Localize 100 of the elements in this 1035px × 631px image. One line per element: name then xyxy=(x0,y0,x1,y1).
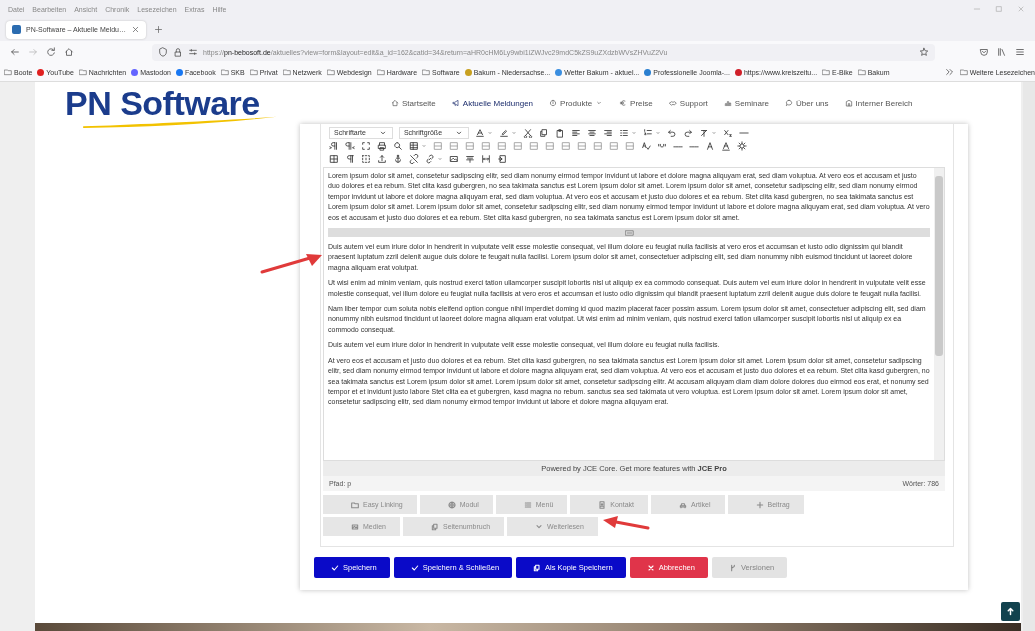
undo-icon[interactable] xyxy=(667,127,678,138)
folder-icon xyxy=(351,500,359,509)
printer-icon[interactable] xyxy=(377,140,387,151)
library-icon[interactable] xyxy=(997,47,1007,57)
nav-link[interactable]: Preise xyxy=(619,98,653,108)
speech-bubble-icon xyxy=(785,99,794,107)
table-cell-icon[interactable] xyxy=(593,140,603,151)
text-color-icon[interactable] xyxy=(475,127,486,138)
folder-icon xyxy=(857,68,866,76)
folder-icon xyxy=(326,68,335,76)
stacked-lines-icon[interactable] xyxy=(465,153,475,164)
nav-link[interactable]: Support xyxy=(668,98,708,108)
highlight-icon[interactable] xyxy=(499,127,510,138)
pilcrow-icon[interactable] xyxy=(345,153,355,164)
pointer-arrow xyxy=(602,516,650,532)
star-icon[interactable] xyxy=(919,47,929,57)
folder-icon xyxy=(959,68,968,76)
numbered-list-icon[interactable] xyxy=(643,127,654,138)
anchor-icon[interactable] xyxy=(393,153,403,164)
menu-icon[interactable] xyxy=(1015,47,1025,57)
dotted-box-icon[interactable] xyxy=(361,153,371,164)
folder-icon xyxy=(78,68,87,76)
double-chevron-icon[interactable] xyxy=(944,67,955,77)
upload-icon[interactable] xyxy=(377,153,387,164)
bullet-list-icon[interactable] xyxy=(619,127,630,138)
permissions-icon[interactable] xyxy=(188,47,198,57)
table-cell-icon[interactable] xyxy=(465,140,475,151)
table-cell-icon[interactable] xyxy=(609,140,619,151)
bars-icon xyxy=(723,99,732,107)
globe-icon xyxy=(447,500,456,509)
nav-link[interactable]: Interner Bereich xyxy=(844,98,913,108)
folder-icon xyxy=(376,68,385,76)
up-arrow-icon xyxy=(1006,607,1015,616)
fullscreen-icon[interactable] xyxy=(361,140,371,151)
scissors-icon[interactable] xyxy=(523,127,534,138)
table-cell-icon[interactable] xyxy=(481,140,491,151)
home-icon[interactable] xyxy=(64,47,74,57)
align-right-icon[interactable] xyxy=(603,127,614,138)
table-cell-icon[interactable] xyxy=(545,140,555,151)
check-icon xyxy=(331,563,339,572)
scroll-to-top-button[interactable] xyxy=(1001,602,1020,621)
table-cell-icon[interactable] xyxy=(577,140,587,151)
nav-link[interactable]: Seminare xyxy=(723,98,770,108)
check-icon xyxy=(410,563,419,572)
settings-icon[interactable] xyxy=(737,140,747,151)
back-arrow-icon[interactable] xyxy=(10,47,20,57)
site-logo[interactable]: PN Software xyxy=(65,83,260,122)
table-cell-icon[interactable] xyxy=(497,140,507,151)
subscript-icon[interactable] xyxy=(723,127,734,138)
shield-icon[interactable] xyxy=(158,47,168,57)
table-icon[interactable] xyxy=(409,140,419,151)
chevron-icon xyxy=(535,522,544,531)
grid-icon[interactable] xyxy=(329,153,339,164)
copy-icon[interactable] xyxy=(539,127,550,138)
reload-icon[interactable] xyxy=(46,47,56,57)
insert-icon[interactable] xyxy=(497,153,507,164)
align-center-icon[interactable] xyxy=(587,127,598,138)
spellcheck-icon[interactable] xyxy=(641,140,651,151)
lock-icon[interactable] xyxy=(173,47,183,57)
table-cell-icon[interactable] xyxy=(449,140,459,151)
scrollbar[interactable] xyxy=(934,168,944,460)
nav-link[interactable]: Über uns xyxy=(785,98,829,108)
car-icon xyxy=(679,500,688,509)
table-cell-icon[interactable] xyxy=(561,140,571,151)
underlined-letter-icon[interactable] xyxy=(721,140,731,151)
paragraph-ltr-icon[interactable] xyxy=(329,140,339,151)
search-icon[interactable] xyxy=(393,140,403,151)
table-cell-icon[interactable] xyxy=(513,140,523,151)
plus-icon[interactable] xyxy=(154,25,163,34)
folder-icon xyxy=(249,68,258,76)
paragraph-rtl-icon[interactable] xyxy=(345,140,355,151)
building-icon xyxy=(844,99,853,107)
table-cell-icon[interactable] xyxy=(529,140,539,151)
branch-icon xyxy=(728,563,737,572)
euro-icon xyxy=(619,99,628,107)
width-icon[interactable] xyxy=(481,153,491,164)
close-icon xyxy=(646,563,655,572)
unlink-icon[interactable] xyxy=(409,153,419,164)
link-icon[interactable] xyxy=(425,153,435,164)
letter-icon[interactable] xyxy=(705,140,715,151)
pocket-icon[interactable] xyxy=(979,47,989,57)
nav-link[interactable]: Aktuelle Meldungen xyxy=(451,98,534,108)
close-icon[interactable] xyxy=(131,25,140,34)
folder-icon xyxy=(822,68,831,76)
clear-format-icon[interactable] xyxy=(699,127,710,138)
paste-icon[interactable] xyxy=(555,127,566,138)
home-icon xyxy=(391,99,399,107)
page-break-icon xyxy=(624,229,634,236)
folder-icon xyxy=(282,68,291,76)
handshake-icon xyxy=(668,99,677,107)
pointer-arrow xyxy=(260,252,324,276)
plus-icon xyxy=(755,500,764,509)
nav-link[interactable]: Produkte xyxy=(549,98,604,108)
nav-link[interactable]: Startseite xyxy=(391,98,436,108)
image-icon[interactable] xyxy=(449,153,459,164)
align-left-icon[interactable] xyxy=(571,127,582,138)
redo-icon[interactable] xyxy=(683,127,694,138)
table-cell-icon[interactable] xyxy=(433,140,443,151)
page-scrollbar[interactable] xyxy=(1023,82,1035,631)
table-cell-icon[interactable] xyxy=(625,140,635,151)
